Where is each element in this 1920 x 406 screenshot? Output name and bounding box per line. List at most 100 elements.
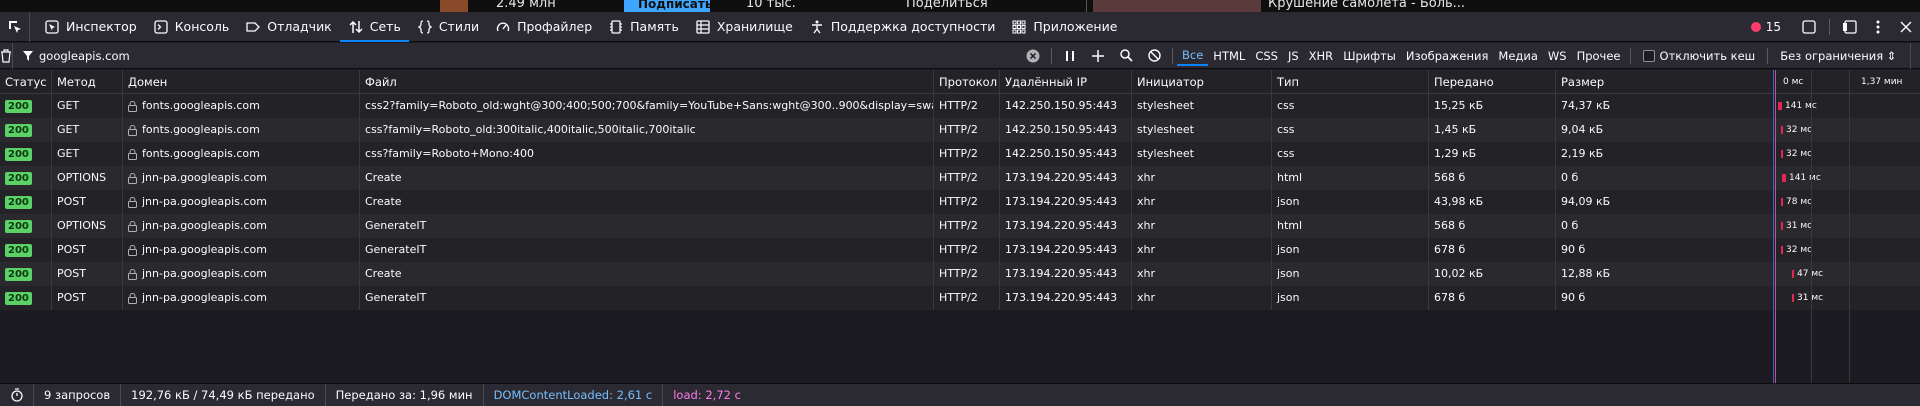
initiator-cell: xhr bbox=[1132, 190, 1272, 214]
subscribe-button[interactable]: Подписаться bbox=[624, 0, 710, 12]
size-cell: 94,09 кБ bbox=[1556, 190, 1776, 214]
disable-cache-toggle[interactable]: Отключить кеш bbox=[1635, 49, 1764, 63]
more-options-button[interactable] bbox=[1864, 12, 1892, 42]
page-content-strip: 2.49 млн Подписаться 10 тыс. Поделиться … bbox=[0, 0, 1920, 12]
timing-label: 141 мс bbox=[1789, 173, 1821, 183]
table-row[interactable]: 200 POST jnn-pa.googleapis.com GenerateIT HT… bbox=[0, 238, 1920, 262]
table-row[interactable]: 200 GET fonts.googleapis.com css2?family=Ro… bbox=[0, 94, 1920, 118]
search-button[interactable] bbox=[1112, 43, 1140, 69]
element-picker-button[interactable] bbox=[0, 11, 30, 42]
tab-application[interactable]: Приложение bbox=[1003, 12, 1125, 42]
table-row[interactable]: 200 OPTIONS jnn-pa.googleapis.com Create HTT… bbox=[0, 166, 1920, 190]
split-console-button[interactable] bbox=[1795, 12, 1823, 42]
file-cell: css?family=Roboto+Mono:400 bbox=[360, 142, 934, 166]
error-count-badge[interactable]: 15 bbox=[1750, 20, 1781, 34]
tab-debugger[interactable]: Отладчик bbox=[237, 12, 339, 42]
network-icon bbox=[348, 19, 364, 35]
type-filter-buttons: Все HTML CSS JS XHR Шрифты Изображения Медиа WS П… bbox=[1177, 43, 1626, 69]
waterfall-cell: 47 мс bbox=[1776, 262, 1920, 286]
initiator-cell: xhr bbox=[1132, 166, 1272, 190]
request-blocking-button[interactable] bbox=[1084, 43, 1112, 69]
column-domain-header[interactable]: Домен bbox=[123, 70, 360, 94]
type-filter-button[interactable]: Шрифты bbox=[1338, 46, 1401, 66]
status-cell: 200 bbox=[0, 190, 52, 214]
clear-filter-button[interactable] bbox=[1019, 43, 1047, 69]
column-method-header[interactable]: Метод bbox=[52, 70, 123, 94]
tab-accessibility[interactable]: Поддержка доступности bbox=[801, 12, 1004, 42]
remote-ip-cell: 173.194.220.95:443 bbox=[1000, 214, 1132, 238]
type-filter-button[interactable]: JS bbox=[1283, 46, 1304, 66]
column-size-header[interactable]: Размер bbox=[1556, 70, 1776, 94]
domain-text: jnn-pa.googleapis.com bbox=[142, 195, 267, 208]
status-badge: 200 bbox=[5, 147, 32, 161]
block-urls-button[interactable] bbox=[1140, 43, 1168, 69]
disable-cache-checkbox[interactable] bbox=[1642, 49, 1655, 62]
error-count: 15 bbox=[1765, 20, 1781, 34]
size-cell: 9,04 кБ bbox=[1556, 118, 1776, 142]
dock-button[interactable] bbox=[1836, 12, 1864, 42]
table-row[interactable]: 200 GET fonts.googleapis.com css?family=Rob… bbox=[0, 142, 1920, 166]
throttling-select[interactable]: Без ограничения ⇕ bbox=[1772, 49, 1904, 63]
domain-text: jnn-pa.googleapis.com bbox=[142, 171, 267, 184]
column-status-header[interactable]: Статус bbox=[0, 70, 52, 94]
likes-count[interactable]: 10 тыс. bbox=[746, 0, 796, 11]
tab-network[interactable]: Сеть bbox=[339, 12, 409, 42]
column-remote-ip-header[interactable]: Удалённый IP bbox=[1000, 70, 1132, 94]
table-row[interactable]: 200 POST jnn-pa.googleapis.com GenerateIT HT… bbox=[0, 286, 1920, 310]
column-initiator-header[interactable]: Инициатор bbox=[1132, 70, 1272, 94]
table-row[interactable]: 200 POST jnn-pa.googleapis.com Create HTTP/2… bbox=[0, 190, 1920, 214]
timing-bar bbox=[1781, 126, 1783, 134]
tab-profiler[interactable]: Профайлер bbox=[487, 12, 600, 42]
domain-cell: jnn-pa.googleapis.com bbox=[123, 286, 360, 310]
close-devtools-button[interactable] bbox=[1892, 12, 1920, 42]
status-cell: 200 bbox=[0, 286, 52, 310]
type-filter-button[interactable]: CSS bbox=[1250, 46, 1283, 66]
column-type-header[interactable]: Тип bbox=[1272, 70, 1429, 94]
transferred-cell: 10,02 кБ bbox=[1429, 262, 1556, 286]
type-cell: json bbox=[1272, 190, 1429, 214]
filter-urls-input[interactable] bbox=[39, 48, 1019, 63]
type-filter-button[interactable]: Медиа bbox=[1493, 46, 1542, 66]
performance-analysis-button[interactable] bbox=[0, 383, 34, 406]
waterfall-cell: 32 мс bbox=[1776, 118, 1920, 142]
network-settings-button[interactable] bbox=[1910, 42, 1920, 69]
column-waterfall-header[interactable]: 0 мс 1,37 мин bbox=[1776, 70, 1920, 94]
video-thumbnail[interactable] bbox=[1093, 0, 1261, 12]
share-button[interactable]: Поделиться bbox=[906, 0, 988, 11]
clear-button[interactable] bbox=[0, 42, 13, 69]
video-title[interactable]: Крушение самолета - Боль... bbox=[1268, 0, 1465, 11]
pause-button[interactable] bbox=[1056, 43, 1084, 69]
type-filter-button[interactable]: XHR bbox=[1304, 46, 1339, 66]
type-filter-button[interactable]: WS bbox=[1543, 46, 1572, 66]
filter-icon bbox=[23, 50, 33, 61]
table-row[interactable]: 200 POST jnn-pa.googleapis.com Create HTTP/2… bbox=[0, 262, 1920, 286]
tab-memory[interactable]: Память bbox=[600, 12, 687, 42]
size-cell: 0 б bbox=[1556, 214, 1776, 238]
protocol-cell: HTTP/2 bbox=[934, 142, 1000, 166]
status-cell: 200 bbox=[0, 166, 52, 190]
type-cell: json bbox=[1272, 286, 1429, 310]
tab-storage[interactable]: Хранилище bbox=[687, 12, 801, 42]
tab-inspector[interactable]: Инспектор bbox=[36, 12, 145, 42]
split-console-icon bbox=[1802, 20, 1816, 34]
type-filter-button[interactable]: Прочее bbox=[1572, 46, 1626, 66]
type-filter-button[interactable]: HTML bbox=[1208, 46, 1250, 66]
storage-icon bbox=[695, 19, 711, 35]
table-row[interactable]: 200 OPTIONS jnn-pa.googleapis.com GenerateI… bbox=[0, 214, 1920, 238]
type-filter-button[interactable]: Изображения bbox=[1401, 46, 1494, 66]
file-cell: Create bbox=[360, 262, 934, 286]
type-filter-button[interactable]: Все bbox=[1177, 46, 1209, 66]
table-row[interactable]: 200 GET fonts.googleapis.com css?family=Rob… bbox=[0, 118, 1920, 142]
method-cell: GET bbox=[52, 94, 123, 118]
plus-icon bbox=[1092, 49, 1104, 62]
initiator-cell: xhr bbox=[1132, 238, 1272, 262]
remote-ip-cell: 142.250.150.95:443 bbox=[1000, 142, 1132, 166]
tab-styles[interactable]: Стили bbox=[409, 12, 487, 42]
column-file-header[interactable]: Файл bbox=[360, 70, 934, 94]
column-transferred-header[interactable]: Передано bbox=[1429, 70, 1556, 94]
column-protocol-header[interactable]: Протокол bbox=[934, 70, 1000, 94]
type-cell: json bbox=[1272, 238, 1429, 262]
requests-table: Статус Метод Домен Файл Протокол Удалённый IP… bbox=[0, 70, 1920, 310]
domain-text: fonts.googleapis.com bbox=[142, 99, 260, 112]
tab-console[interactable]: Консоль bbox=[145, 12, 238, 42]
